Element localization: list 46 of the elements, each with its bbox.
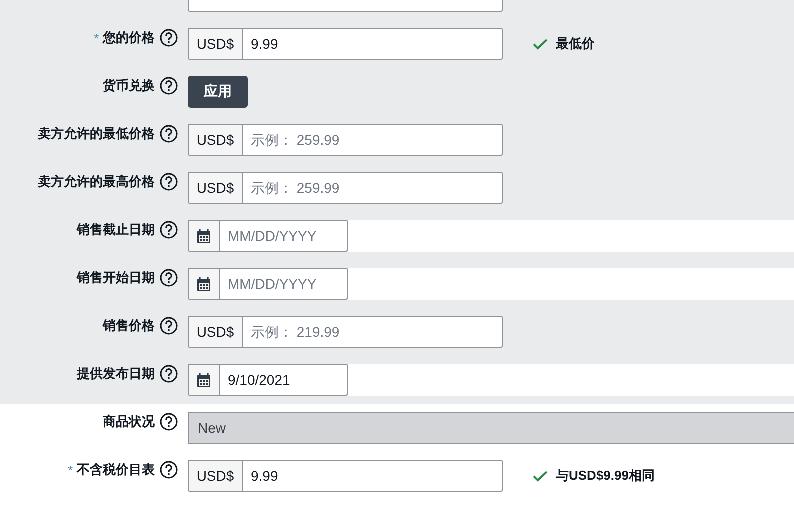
date-field[interactable]: MM/DD/YYYY	[220, 220, 348, 252]
help-icon[interactable]	[160, 173, 178, 191]
field-label: 商品状况	[103, 413, 155, 431]
field-label: 卖方允许的最高价格	[38, 173, 155, 191]
field-label: 提供发布日期	[77, 365, 155, 383]
date-field[interactable]: 9/10/2021	[220, 364, 348, 396]
price-field[interactable]: 9.99	[243, 28, 503, 60]
calendar-button[interactable]	[188, 364, 220, 396]
field-label: 卖方允许的最低价格	[38, 125, 155, 143]
help-icon[interactable]	[160, 413, 178, 431]
price-field[interactable]: 示例： 219.99	[243, 316, 503, 348]
field-label: 销售截止日期	[77, 221, 155, 239]
apply-button[interactable]: 应用	[188, 76, 248, 108]
currency-prefix: USD$	[188, 316, 243, 348]
check-icon	[533, 470, 548, 482]
help-icon[interactable]	[160, 269, 178, 287]
calendar-button[interactable]	[188, 268, 220, 300]
field-label: 您的价格	[103, 29, 155, 47]
calendar-icon	[197, 372, 211, 388]
price-field[interactable]: 示例： 259.99	[243, 172, 503, 204]
field-label: 销售价格	[103, 317, 155, 335]
help-icon[interactable]	[160, 29, 178, 47]
required-mark: *	[68, 462, 73, 478]
currency-prefix: USD$	[188, 460, 243, 492]
calendar-icon	[197, 228, 211, 244]
field-label: 销售开始日期	[77, 269, 155, 287]
status-text: 最低价	[556, 35, 595, 53]
field-label: 货币兑换	[103, 77, 155, 95]
required-mark: *	[94, 30, 99, 46]
help-icon[interactable]	[160, 125, 178, 143]
help-icon[interactable]	[160, 461, 178, 479]
status-text: 与USD$9.99相同	[556, 467, 655, 485]
calendar-icon	[197, 276, 211, 292]
help-icon[interactable]	[160, 365, 178, 383]
calendar-button[interactable]	[188, 220, 220, 252]
help-icon[interactable]	[160, 77, 178, 95]
currency-prefix: USD$	[188, 28, 243, 60]
check-icon	[533, 38, 548, 50]
help-icon[interactable]	[160, 317, 178, 335]
price-field[interactable]: 9.99	[243, 460, 503, 492]
field-label: 不含税价目表	[77, 461, 155, 479]
help-icon[interactable]	[160, 221, 178, 239]
date-field[interactable]: MM/DD/YYYY	[220, 268, 348, 300]
currency-prefix: USD$	[188, 172, 243, 204]
price-field[interactable]: 示例： 259.99	[243, 124, 503, 156]
currency-prefix: USD$	[188, 124, 243, 156]
